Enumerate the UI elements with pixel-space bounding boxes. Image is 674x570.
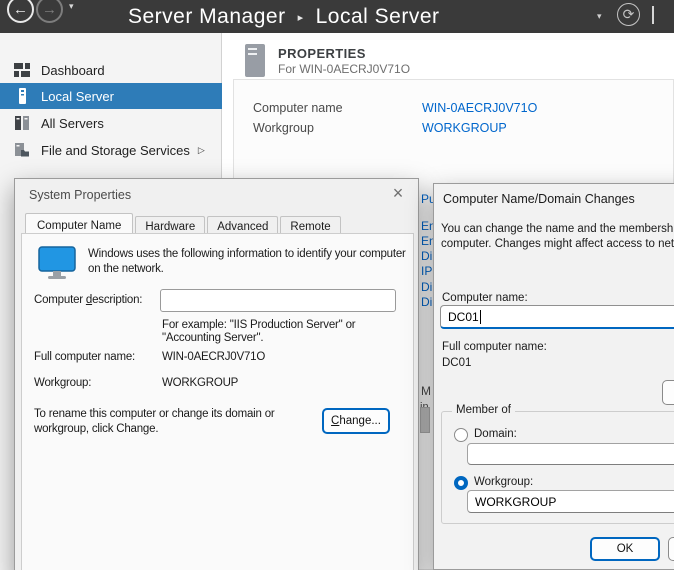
title-bar: ← → ▾ Server Manager ▸ Local Server ▾ ⟳ [0,0,674,33]
workgroup-radio-label[interactable]: Workgroup: [474,476,533,488]
sidebar-item-local-server[interactable]: Local Server [0,83,222,109]
refresh-icon: ⟳ [623,6,635,23]
hidden-property-value: Pu [421,192,433,206]
intro-text-line1: Windows uses the following information t… [88,248,406,260]
property-value-link[interactable]: WORKGROUP [422,121,507,135]
example-text-line2: "Accounting Server". [162,332,263,344]
close-button[interactable]: × [386,181,410,205]
workgroup-input[interactable]: WORKGROUP [467,490,674,513]
body-text-line2: computer. Changes might affect access to… [441,238,674,250]
all-servers-icon [14,115,30,131]
breadcrumb-separator-icon: ▸ [298,11,304,24]
domain-radio[interactable] [454,428,468,442]
property-value-link[interactable]: WIN-0AECRJ0V71O [422,101,537,115]
change-button[interactable]: Change... [322,408,390,434]
computer-name-value: DC01 [448,310,479,324]
sidebar-item-file-storage-services[interactable]: File and Storage Services ▷ [0,137,222,163]
example-text-line1: For example: "IIS Production Server" or [162,319,355,331]
ok-button[interactable]: OK [590,537,660,561]
expand-right-icon[interactable]: ▷ [198,145,205,156]
computer-description-label: Computer description: [34,294,142,306]
sidebar-item-dashboard[interactable]: Dashboard [0,57,222,83]
dashboard-icon [14,62,30,78]
workgroup-radio[interactable] [454,476,468,490]
rename-hint-line2: workgroup, click Change. [34,423,158,435]
nav-history-caret-icon[interactable]: ▾ [69,1,74,12]
rename-hint-line1: To rename this computer or change its do… [34,408,275,420]
back-button[interactable]: ← [7,0,34,23]
computer-name-label: Computer name: [442,292,528,304]
full-computer-name-label: Full computer name: [34,351,135,363]
cancel-button[interactable] [668,537,674,561]
hidden-property-value: Di [421,280,433,294]
hidden-property-value: Di [421,295,433,309]
domain-radio-label[interactable]: Domain: [474,428,517,440]
dialog-title: System Properties [29,188,131,202]
toolbar-caret-icon[interactable]: ▾ [597,11,602,22]
sidebar-item-label: File and Storage Services [41,143,190,158]
full-computer-name-value: DC01 [442,357,471,369]
server-icon [244,44,266,77]
computer-description-input[interactable] [160,289,396,312]
back-icon: ← [13,1,28,18]
system-properties-dialog: System Properties × Computer Name Hardwa… [14,178,419,570]
hidden-property-value: IP [421,264,433,278]
local-server-icon [14,88,30,104]
forward-icon: → [42,1,57,18]
computer-name-tab-page: Windows uses the following information t… [21,233,414,570]
computer-name-domain-changes-dialog: Computer Name/Domain Changes You can cha… [433,183,674,570]
hidden-property-value: En [421,219,433,233]
close-icon: × [393,183,404,204]
body-text-line1: You can change the name and the membersh… [441,223,674,235]
intro-text-line2: on the network. [88,263,164,275]
hidden-text: M [421,384,433,398]
property-label: Workgroup [253,121,314,135]
notifications-flag-icon[interactable] [652,6,654,24]
full-computer-name-value: WIN-0AECRJ0V71O [162,351,265,363]
more-button[interactable] [662,380,674,405]
server-manager-window: ← → ▾ Server Manager ▸ Local Server ▾ ⟳ … [0,0,674,570]
workgroup-value: WORKGROUP [475,495,556,509]
property-label: Computer name [253,101,343,115]
file-storage-services-icon [14,142,30,158]
full-computer-name-label: Full computer name: [442,341,547,353]
properties-section-subtitle: For WIN-0AECRJ0V71O [278,62,410,76]
ok-button-label: OK [617,543,634,555]
member-of-label: Member of [452,404,515,416]
sidebar-item-label: All Servers [41,116,104,131]
sidebar-item-label: Local Server [41,89,114,104]
sidebar-item-label: Dashboard [41,63,105,78]
breadcrumb-app-title[interactable]: Server Manager [128,5,286,29]
change-button-label: Change... [331,415,381,427]
scrollbar-thumb[interactable] [420,407,430,433]
properties-section-title: PROPERTIES [278,46,366,61]
hidden-property-value: Di [421,249,433,263]
dialog-title: Computer Name/Domain Changes [443,192,635,206]
forward-button[interactable]: → [36,0,63,23]
refresh-button[interactable]: ⟳ [617,3,640,26]
text-caret [480,310,481,324]
breadcrumb-page-title: Local Server [316,5,440,29]
breadcrumb: Server Manager ▸ Local Server [128,0,440,33]
computer-name-input[interactable]: DC01 [440,305,674,329]
hidden-property-value: En [421,234,433,248]
monitor-icon [38,246,76,280]
workgroup-value: WORKGROUP [162,377,238,389]
workgroup-label: Workgroup: [34,377,91,389]
domain-input[interactable] [467,443,674,465]
sidebar-item-all-servers[interactable]: All Servers [0,110,222,136]
